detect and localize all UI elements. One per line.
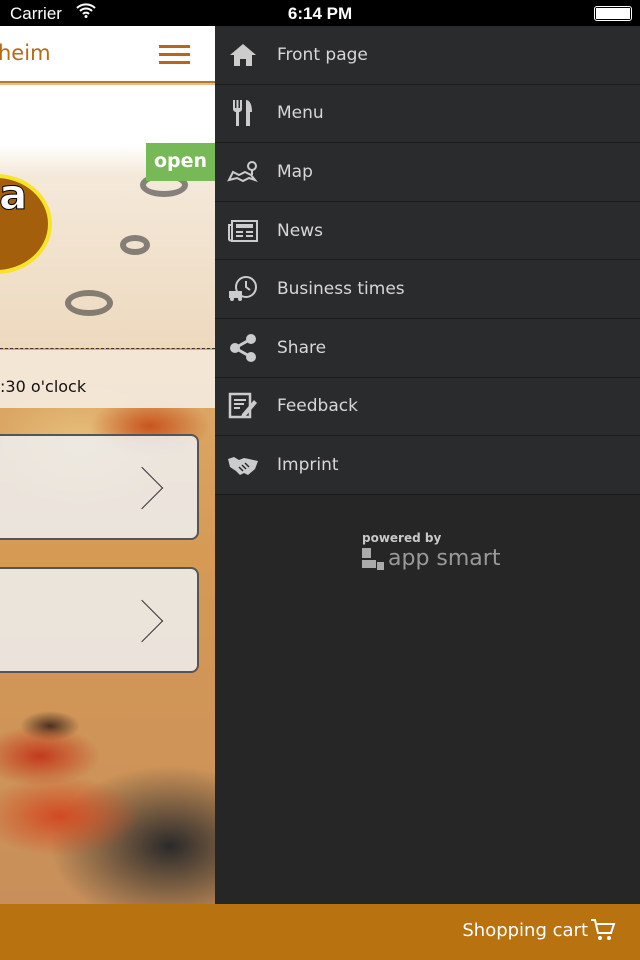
drawer-item-news[interactable]: News — [215, 201, 640, 261]
main-content: heim open a :30 o'clock — [0, 26, 215, 904]
home-icon — [227, 39, 259, 71]
drawer-item-label: Front page — [277, 44, 368, 65]
list-card[interactable] — [0, 434, 199, 540]
battery-icon — [594, 6, 632, 21]
drawer-item-share[interactable]: Share — [215, 318, 640, 378]
appsmart-logo-text: app smart — [388, 546, 501, 571]
map-icon — [227, 156, 259, 188]
shopping-cart-bar[interactable]: Shopping cart — [0, 904, 640, 960]
newspaper-icon — [227, 215, 259, 247]
fork-knife-icon — [227, 97, 259, 129]
chevron-right-icon — [120, 466, 164, 510]
feedback-icon — [227, 390, 259, 422]
status-badge: open — [146, 143, 215, 181]
drawer-item-label: News — [277, 220, 323, 241]
divider — [0, 348, 215, 349]
status-bar: Carrier 6:14 PM — [0, 0, 640, 26]
logo-text: a — [0, 174, 28, 220]
drawer-item-front-page[interactable]: Front page — [215, 26, 640, 85]
page-title: heim — [0, 41, 51, 65]
drawer-item-business-times[interactable]: Business times — [215, 260, 640, 319]
hamburger-menu-icon[interactable] — [159, 45, 190, 65]
share-icon — [227, 332, 259, 364]
drawer-item-label: Business times — [277, 279, 405, 300]
drawer-item-label: Map — [277, 161, 313, 182]
appsmart-logo: app smart — [362, 546, 500, 571]
drawer-item-feedback[interactable]: Feedback — [215, 377, 640, 437]
powered-by-label: powered by — [362, 531, 442, 545]
handshake-icon — [227, 449, 259, 481]
drawer-item-menu[interactable]: Menu — [215, 84, 640, 144]
chevron-right-icon — [120, 599, 164, 643]
drawer-item-map[interactable]: Map — [215, 143, 640, 202]
appsmart-logo-icon — [362, 547, 384, 570]
side-drawer: Front page Menu Map News Business times … — [215, 26, 640, 904]
hours-text: :30 o'clock — [0, 377, 87, 396]
list-card[interactable] — [0, 567, 199, 673]
app-header: heim — [0, 26, 215, 83]
clock: 6:14 PM — [287, 4, 353, 23]
drawer-item-imprint[interactable]: Imprint — [215, 436, 640, 495]
delivery-clock-icon — [227, 273, 259, 305]
drawer-item-label: Feedback — [277, 396, 358, 417]
drawer-item-label: Imprint — [277, 454, 339, 475]
opening-hours: :30 o'clock — [0, 350, 215, 408]
cart-icon — [590, 918, 616, 946]
drawer-item-label: Share — [277, 337, 327, 358]
shopping-cart-label: Shopping cart — [462, 920, 588, 941]
drawer-item-label: Menu — [277, 103, 324, 124]
